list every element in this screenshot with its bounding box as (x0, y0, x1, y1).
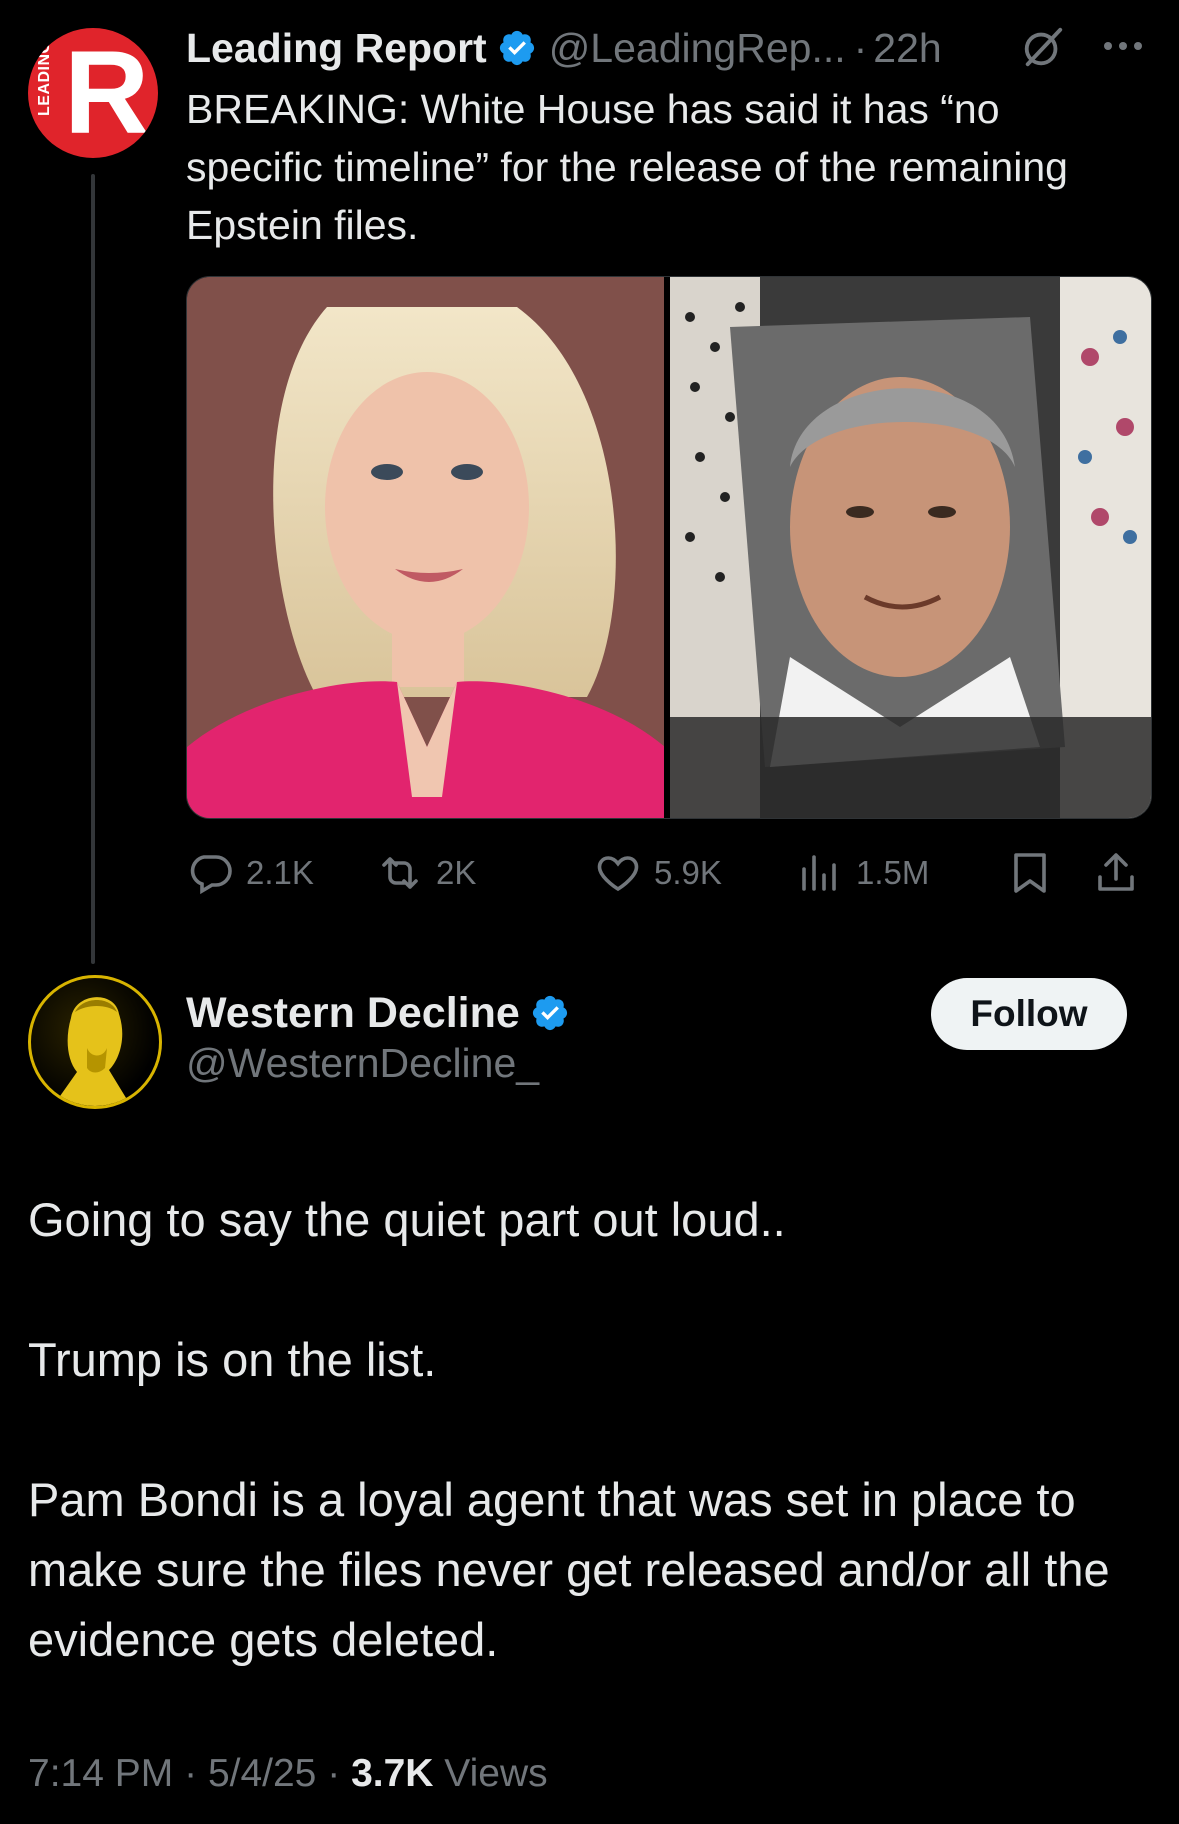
tweet-date[interactable]: 5/4/25 (208, 1752, 316, 1795)
reply-button[interactable]: 2.1K (186, 845, 314, 901)
main-tweet-text: Going to say the quiet part out loud.. T… (28, 1185, 1158, 1675)
parent-tweet-header: Leading Report @LeadingRep... · 22h (186, 20, 942, 76)
reply-count: 2.1K (246, 854, 314, 891)
portrait-photo-illustration (670, 277, 1151, 818)
thread-connector-line (91, 174, 95, 964)
western-decline-avatar[interactable] (28, 975, 162, 1109)
statue-bust-illustration (53, 997, 131, 1106)
share-button[interactable] (1092, 845, 1152, 901)
parent-tweet-text: BREAKING: White House has said it has “n… (186, 86, 1068, 248)
main-author-name[interactable]: Western Decline (186, 989, 520, 1038)
reply-icon (190, 855, 232, 895)
views-count: 1.5M (856, 854, 930, 891)
meta-separator: · (327, 1752, 341, 1795)
leading-report-avatar[interactable]: R LEADING (28, 28, 158, 158)
parent-tweet-actions: 2.1K 2K 5.9K 1.5M (186, 845, 1152, 901)
repost-count: 2K (436, 854, 477, 891)
like-button[interactable]: 5.9K (594, 845, 722, 901)
verified-badge-icon (532, 995, 567, 1031)
parent-tweet-time[interactable]: 22h (873, 25, 941, 72)
verified-badge-icon (499, 30, 534, 66)
woman-photo-illustration (187, 277, 664, 818)
tweet-paragraph: Going to say the quiet part out loud.. (28, 1193, 786, 1246)
meta-separator: · (184, 1752, 198, 1795)
main-author-handle[interactable]: @WesternDecline_ (186, 1040, 539, 1087)
parent-author-name[interactable]: Leading Report (186, 25, 487, 72)
tweet-time[interactable]: 7:14 PM (28, 1752, 173, 1795)
time-separator: · (853, 24, 868, 71)
views-icon (802, 855, 836, 891)
main-tweet-name-row: Western Decline (186, 985, 570, 1041)
like-count: 5.9K (654, 854, 722, 891)
tweet-views-label: Views (444, 1752, 548, 1795)
avatar-logo-word: LEADING (36, 40, 53, 117)
parent-author-handle[interactable]: @LeadingRep... (549, 25, 846, 72)
tweet-paragraph: Pam Bondi is a loyal agent that was set … (28, 1473, 1110, 1666)
tweet-views-count[interactable]: 3.7K (351, 1752, 433, 1795)
repost-icon (382, 857, 418, 889)
more-icon[interactable] (1098, 26, 1148, 66)
parent-tweet-media[interactable] (186, 276, 1152, 819)
media-photo-held-portrait[interactable] (670, 277, 1151, 818)
share-icon (1098, 853, 1134, 891)
grok-icon[interactable] (1020, 24, 1066, 70)
views-button[interactable]: 1.5M (796, 845, 929, 901)
avatar-logo-letter: R (64, 28, 150, 158)
bookmark-icon (1014, 853, 1046, 893)
repost-button[interactable]: 2K (376, 845, 476, 901)
bookmark-button[interactable] (1006, 845, 1066, 901)
media-photo-woman-speaking[interactable] (187, 277, 664, 818)
tweet-paragraph: Trump is on the list. (28, 1333, 437, 1386)
tweet-metadata: 7:14 PM · 5/4/25 · 3.7K Views (28, 1752, 548, 1796)
follow-button[interactable]: Follow (931, 978, 1127, 1050)
like-icon (597, 856, 639, 892)
